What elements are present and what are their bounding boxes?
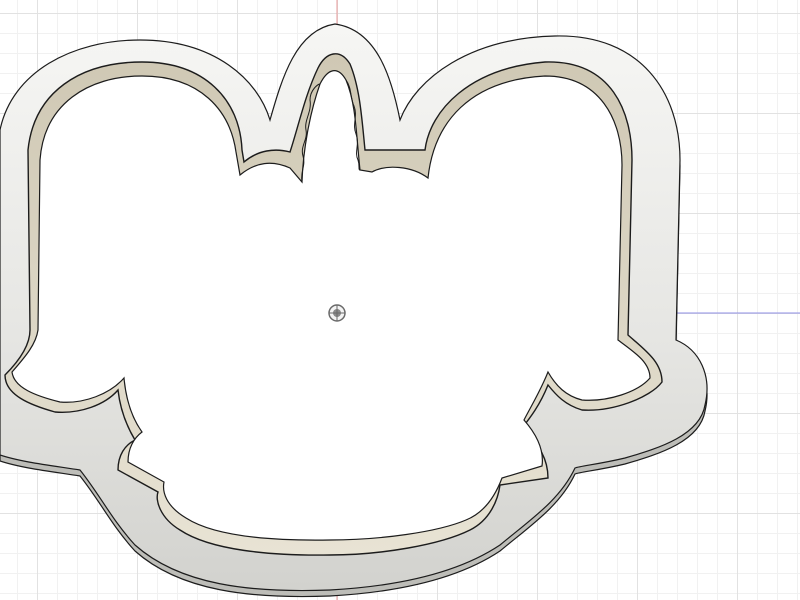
3d-scene[interactable] xyxy=(0,0,800,600)
origin-point-icon[interactable] xyxy=(328,304,346,322)
3d-viewport-canvas[interactable] xyxy=(0,0,800,600)
cookie-cutter-model[interactable] xyxy=(0,23,708,598)
